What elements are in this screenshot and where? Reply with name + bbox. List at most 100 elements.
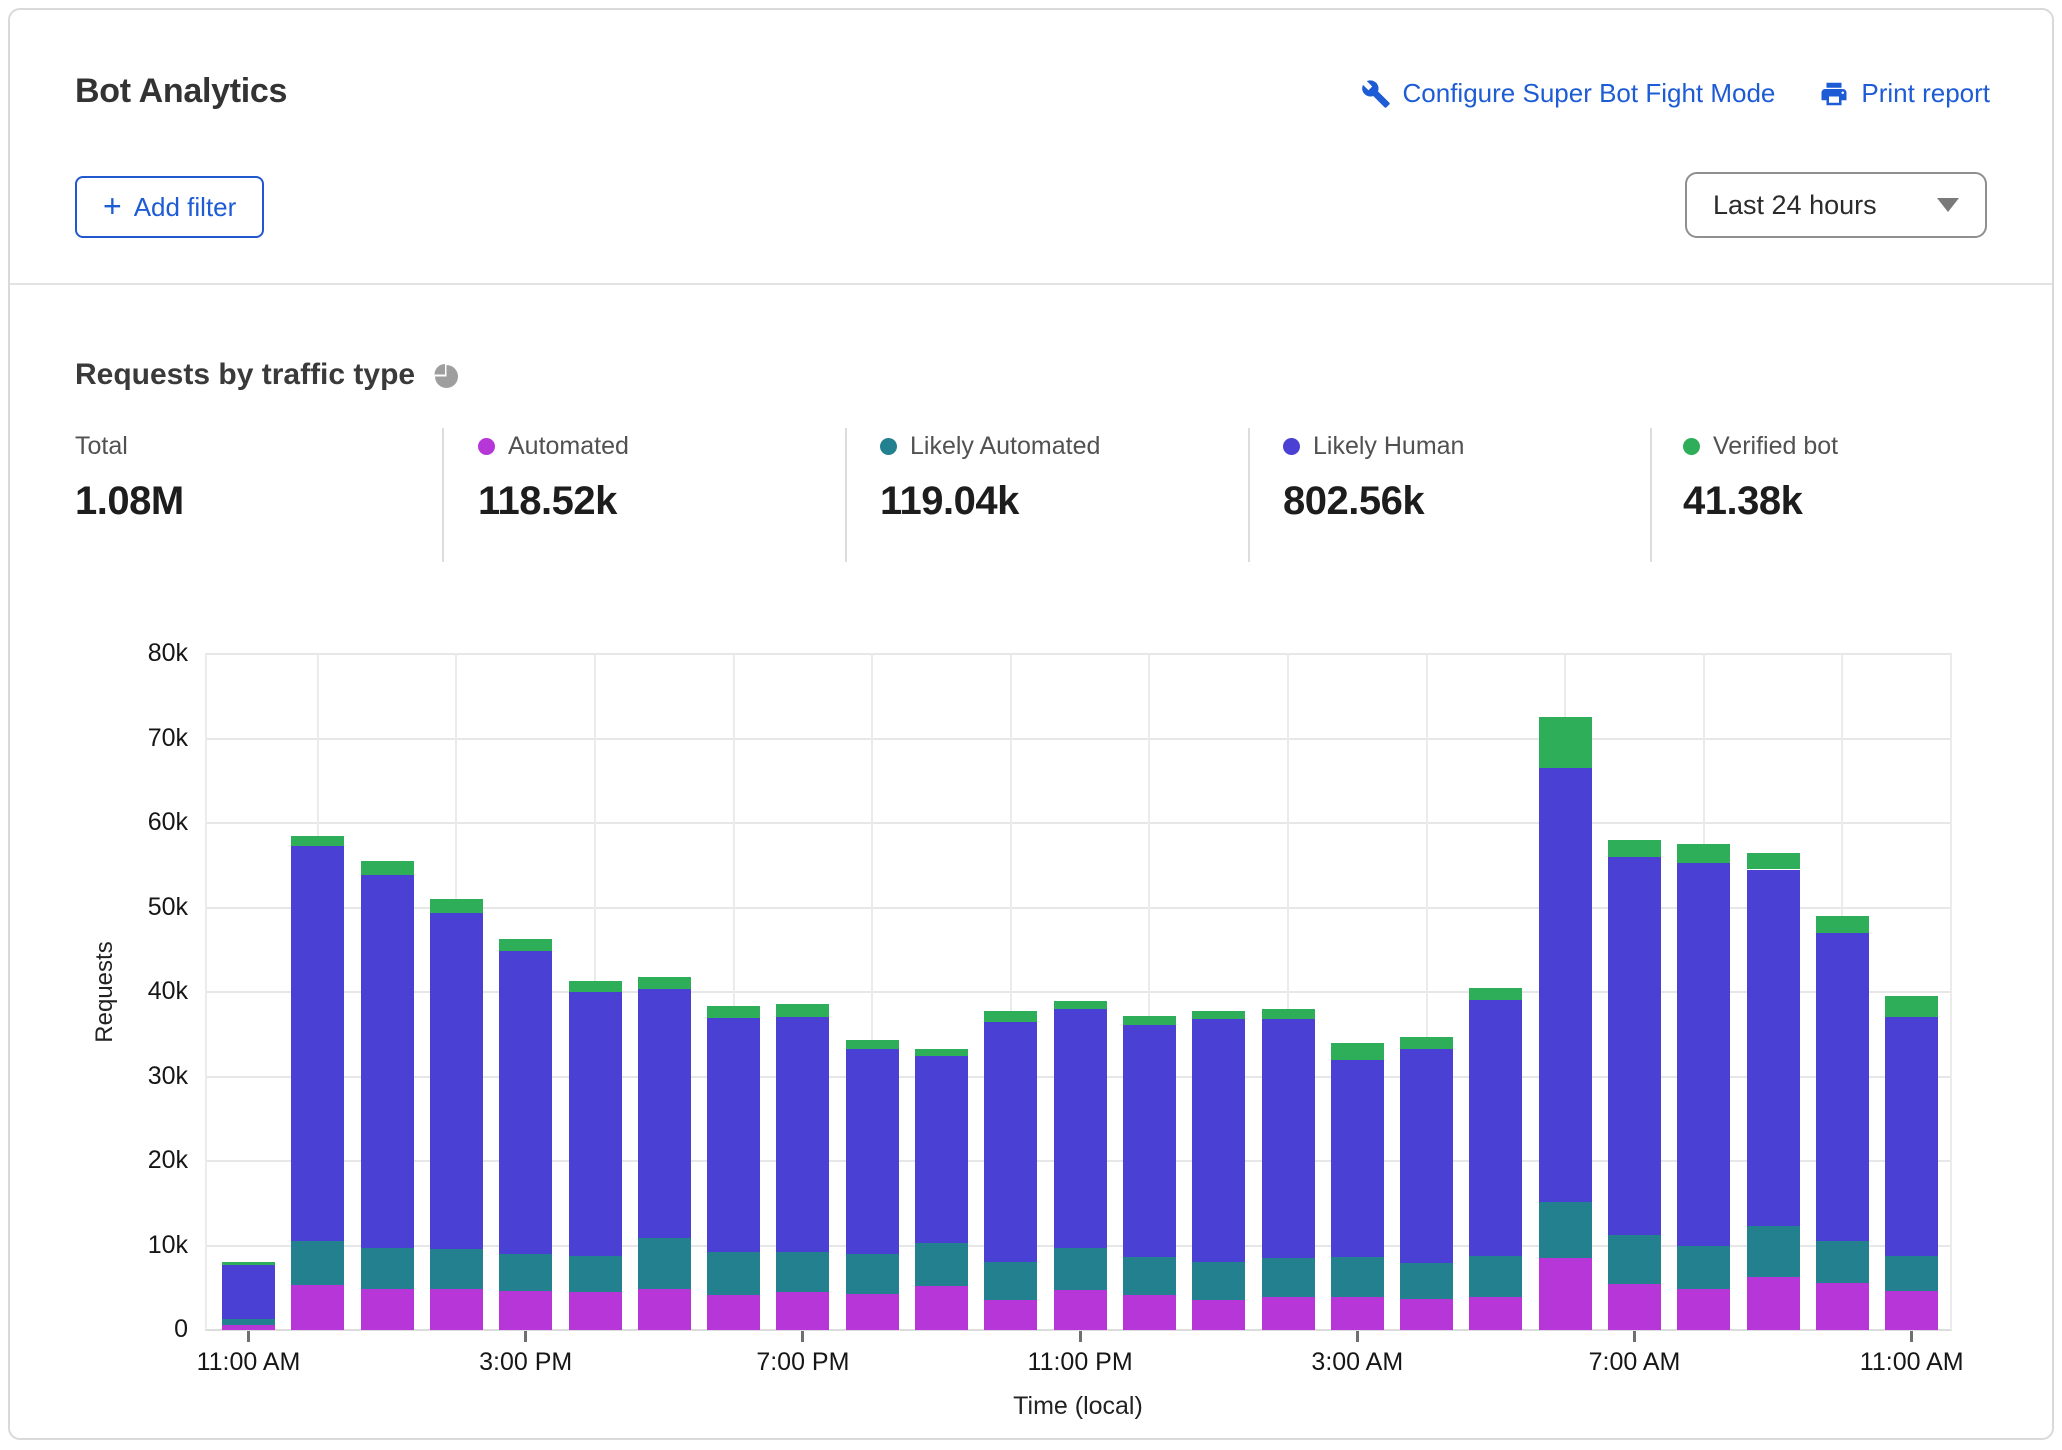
x-tick-mark (1910, 1331, 1913, 1342)
bar-segment-automated (1331, 1297, 1384, 1330)
bar-segment-likely-automated (638, 1238, 691, 1289)
bar-column (1469, 988, 1522, 1330)
bar-segment-likely-automated (1816, 1241, 1869, 1282)
bar-segment-verified-bot (361, 861, 414, 875)
x-tick-label: 11:00 AM (169, 1348, 329, 1377)
bar-segment-verified-bot (1539, 717, 1592, 768)
gridline-h (205, 822, 1952, 824)
bar-segment-likely-human (638, 989, 691, 1238)
bar-segment-automated (915, 1286, 968, 1330)
bar-segment-likely-automated (707, 1252, 760, 1294)
bar-column (499, 939, 552, 1330)
bar-segment-automated (222, 1325, 275, 1330)
bar-segment-likely-automated (1262, 1258, 1315, 1297)
bar-column (1054, 1001, 1107, 1330)
bar-segment-likely-human (1262, 1019, 1315, 1258)
bar-column (707, 1006, 760, 1330)
bar-segment-automated (430, 1289, 483, 1330)
bar-segment-likely-automated (846, 1254, 899, 1294)
bar-segment-verified-bot (984, 1011, 1037, 1022)
x-tick-mark (801, 1331, 804, 1342)
bar-segment-verified-bot (638, 977, 691, 989)
bar-segment-likely-automated (499, 1254, 552, 1291)
bar-segment-likely-human (915, 1056, 968, 1243)
bar-segment-automated (1816, 1283, 1869, 1330)
bar-segment-likely-human (1539, 768, 1592, 1201)
bar-segment-automated (1608, 1284, 1661, 1330)
requests-chart: Requests Time (local) 010k20k30k40k50k60… (0, 0, 2062, 1450)
bar-segment-automated (569, 1292, 622, 1330)
bar-segment-likely-automated (776, 1252, 829, 1292)
bar-segment-likely-human (1400, 1049, 1453, 1264)
x-tick-mark (1079, 1331, 1082, 1342)
bar-segment-likely-human (430, 913, 483, 1248)
bar-segment-likely-automated (1885, 1256, 1938, 1291)
bar-column (846, 1040, 899, 1330)
bar-segment-likely-automated (569, 1256, 622, 1292)
y-tick-label: 20k (0, 1146, 188, 1175)
bar-segment-likely-human (222, 1265, 275, 1319)
y-tick-label: 70k (0, 724, 188, 753)
bar-column (1816, 916, 1869, 1330)
bar-segment-likely-automated (915, 1243, 968, 1286)
bar-column (222, 1262, 275, 1330)
x-tick-label: 7:00 AM (1555, 1348, 1715, 1377)
bar-segment-likely-automated (222, 1319, 275, 1325)
x-axis-title: Time (local) (928, 1392, 1228, 1421)
x-tick-mark (1356, 1331, 1359, 1342)
gridline-v (1950, 654, 1952, 1330)
bar-column (430, 899, 483, 1330)
bar-segment-likely-automated (1192, 1262, 1245, 1300)
bar-segment-likely-human (1677, 863, 1730, 1246)
bar-column (1608, 840, 1661, 1330)
bar-segment-automated (1054, 1290, 1107, 1330)
bar-segment-likely-automated (1400, 1263, 1453, 1298)
bar-segment-likely-human (776, 1017, 829, 1253)
bar-segment-verified-bot (707, 1006, 760, 1018)
bar-column (1123, 1016, 1176, 1330)
bar-segment-automated (1469, 1297, 1522, 1330)
bar-column (1747, 853, 1800, 1330)
bar-segment-likely-automated (1677, 1246, 1730, 1290)
bar-column (984, 1011, 1037, 1330)
bar-segment-automated (1539, 1258, 1592, 1330)
bar-segment-likely-human (1123, 1025, 1176, 1257)
bar-column (915, 1049, 968, 1330)
x-tick-label: 3:00 PM (446, 1348, 606, 1377)
bar-segment-verified-bot (1123, 1016, 1176, 1025)
bar-segment-automated (707, 1295, 760, 1330)
bar-segment-verified-bot (430, 899, 483, 913)
bar-segment-verified-bot (1885, 996, 1938, 1017)
x-tick-label: 7:00 PM (723, 1348, 883, 1377)
y-tick-label: 80k (0, 639, 188, 668)
chart-plot (205, 654, 1952, 1330)
bar-column (1885, 996, 1938, 1330)
bar-segment-likely-human (707, 1018, 760, 1252)
x-tick-mark (247, 1331, 250, 1342)
bar-segment-likely-automated (1054, 1248, 1107, 1290)
bar-segment-likely-human (1885, 1017, 1938, 1255)
bar-segment-likely-human (984, 1022, 1037, 1263)
bar-segment-automated (1262, 1297, 1315, 1330)
bar-segment-likely-automated (984, 1262, 1037, 1299)
y-tick-label: 0 (0, 1315, 188, 1344)
bar-column (361, 861, 414, 1330)
x-tick-mark (524, 1331, 527, 1342)
x-tick-mark (1633, 1331, 1636, 1342)
bar-segment-automated (846, 1294, 899, 1330)
bar-column (1539, 717, 1592, 1330)
bar-column (1192, 1011, 1245, 1330)
bar-segment-likely-human (1469, 1000, 1522, 1256)
bar-segment-verified-bot (915, 1049, 968, 1057)
bar-segment-automated (1400, 1299, 1453, 1330)
bar-segment-automated (1123, 1295, 1176, 1330)
bar-segment-likely-human (1331, 1060, 1384, 1256)
y-tick-label: 40k (0, 977, 188, 1006)
bar-segment-verified-bot (1400, 1037, 1453, 1049)
bar-column (638, 977, 691, 1330)
bar-segment-likely-human (499, 951, 552, 1254)
bar-segment-verified-bot (776, 1004, 829, 1017)
bar-segment-likely-human (361, 875, 414, 1248)
bar-column (776, 1004, 829, 1330)
bar-segment-automated (1885, 1291, 1938, 1330)
